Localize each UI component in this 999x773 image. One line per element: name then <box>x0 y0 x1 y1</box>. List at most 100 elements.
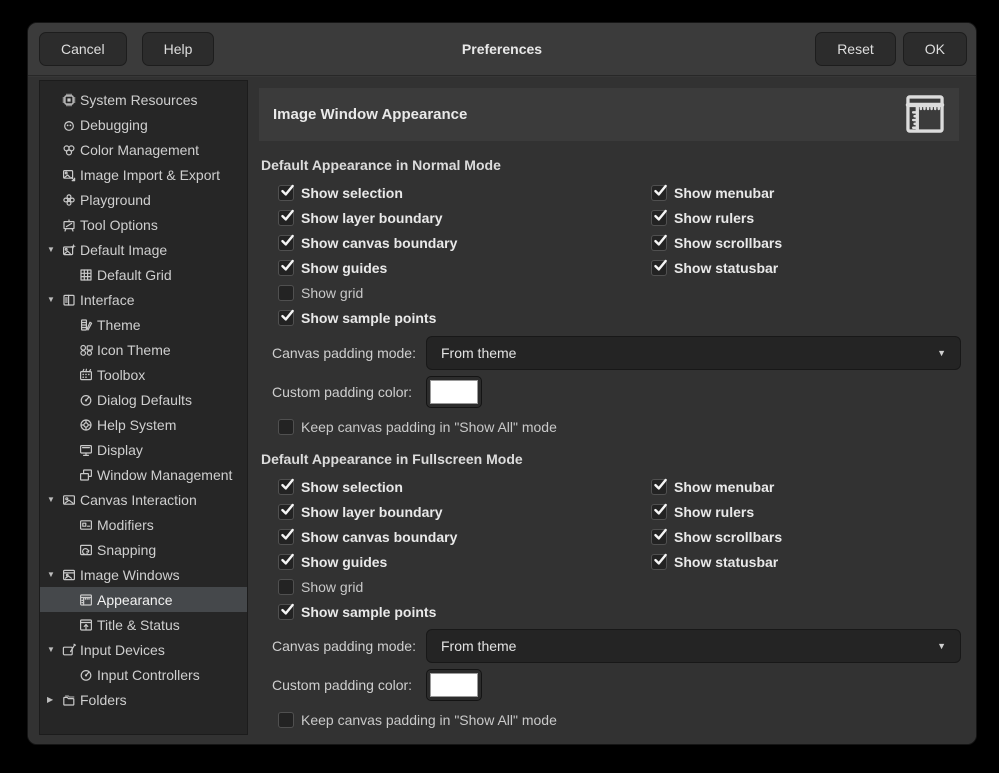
show-statusbar-checkbox[interactable] <box>651 554 667 570</box>
custom-padding-color-swatch[interactable] <box>426 376 482 408</box>
sidebar-item-input-controllers[interactable]: Input Controllers <box>40 662 247 687</box>
sidebar-item-toolbox[interactable]: Toolbox <box>40 362 247 387</box>
checkbox-row-show-selection[interactable]: Show selection <box>278 474 651 499</box>
normal-keep-padding-row[interactable]: Keep canvas padding in "Show All" mode <box>278 414 961 439</box>
fullscreen-keep-padding-row[interactable]: Keep canvas padding in "Show All" mode <box>278 707 961 732</box>
checkbox-row-show-guides[interactable]: Show guides <box>278 255 651 280</box>
sidebar-item-canvas-interaction[interactable]: ▼Canvas Interaction <box>40 487 247 512</box>
titlebar[interactable]: Cancel Help Preferences Reset OK <box>28 23 976 76</box>
show-canvas-boundary-checkbox[interactable] <box>278 235 294 251</box>
checkbox-row-show-sample-points[interactable]: Show sample points <box>278 305 651 330</box>
show-rulers-checkbox[interactable] <box>651 504 667 520</box>
chevron-down-icon[interactable]: ▼ <box>47 645 61 654</box>
checkbox-row-show-layer-boundary[interactable]: Show layer boundary <box>278 205 651 230</box>
sidebar-item-default-image[interactable]: ▼Default Image <box>40 237 247 262</box>
sidebar-item-label: Theme <box>97 317 141 333</box>
preferences-category-tree[interactable]: System ResourcesDebuggingColor Managemen… <box>39 80 248 735</box>
sidebar-item-snapping[interactable]: Snapping <box>40 537 247 562</box>
show-sample-points-checkbox[interactable] <box>278 604 294 620</box>
show-selection-checkbox[interactable] <box>278 185 294 201</box>
keep-canvas-padding-label: Keep canvas padding in "Show All" mode <box>301 419 557 435</box>
canvas-padding-mode-select-fullscreen[interactable]: From theme ▼ <box>426 629 961 663</box>
chevron-down-icon[interactable]: ▼ <box>47 570 61 579</box>
checkbox-row-show-statusbar[interactable]: Show statusbar <box>651 255 961 280</box>
sidebar-item-appearance[interactable]: Appearance <box>40 587 247 612</box>
sidebar-item-title-and-status[interactable]: Title & Status <box>40 612 247 637</box>
show-statusbar-checkbox[interactable] <box>651 260 667 276</box>
canvas-padding-mode-select[interactable]: From theme ▼ <box>426 336 961 370</box>
sidebar-item-input-devices[interactable]: ▼Input Devices <box>40 637 247 662</box>
sidebar-item-default-grid[interactable]: Default Grid <box>40 262 247 287</box>
sidebar-item-system-resources[interactable]: System Resources <box>40 87 247 112</box>
show-scrollbars-checkbox[interactable] <box>651 529 667 545</box>
show-selection-checkbox[interactable] <box>278 479 294 495</box>
custom-padding-color-label: Custom padding color: <box>272 384 426 400</box>
checkbox-label: Show statusbar <box>674 260 778 276</box>
sidebar-item-color-management[interactable]: Color Management <box>40 137 247 162</box>
show-canvas-boundary-checkbox[interactable] <box>278 529 294 545</box>
checkbox-row-show-scrollbars[interactable]: Show scrollbars <box>651 230 961 255</box>
checkbox-row-show-guides[interactable]: Show guides <box>278 549 651 574</box>
checkbox-label: Show scrollbars <box>674 529 782 545</box>
default-grid-icon <box>78 267 94 283</box>
chevron-down-icon[interactable]: ▼ <box>47 295 61 304</box>
interface-icon <box>61 292 77 308</box>
keep-canvas-padding-checkbox[interactable] <box>278 419 294 435</box>
chevron-right-icon[interactable]: ▶ <box>47 695 61 704</box>
sidebar-item-icon-theme[interactable]: Icon Theme <box>40 337 247 362</box>
checkbox-row-show-rulers[interactable]: Show rulers <box>651 499 961 524</box>
default-image-icon <box>61 242 77 258</box>
checkbox-row-show-rulers[interactable]: Show rulers <box>651 205 961 230</box>
ok-button[interactable]: OK <box>903 32 967 66</box>
help-button[interactable]: Help <box>142 32 215 66</box>
sidebar-item-dialog-defaults[interactable]: Dialog Defaults <box>40 387 247 412</box>
show-rulers-checkbox[interactable] <box>651 210 667 226</box>
chevron-down-icon[interactable]: ▼ <box>47 495 61 504</box>
sidebar-item-debugging[interactable]: Debugging <box>40 112 247 137</box>
checkbox-row-show-selection[interactable]: Show selection <box>278 180 651 205</box>
sidebar-item-tool-options[interactable]: Tool Options <box>40 212 247 237</box>
checkbox-row-show-grid[interactable]: Show grid <box>278 280 651 305</box>
checkbox-row-show-menubar[interactable]: Show menubar <box>651 474 961 499</box>
cancel-button[interactable]: Cancel <box>39 32 127 66</box>
show-guides-checkbox[interactable] <box>278 554 294 570</box>
sidebar-item-playground[interactable]: Playground <box>40 187 247 212</box>
show-scrollbars-checkbox[interactable] <box>651 235 667 251</box>
sidebar-item-theme[interactable]: Theme <box>40 312 247 337</box>
show-layer-boundary-checkbox[interactable] <box>278 210 294 226</box>
checkbox-row-show-statusbar[interactable]: Show statusbar <box>651 549 961 574</box>
chevron-down-icon: ▼ <box>937 348 946 358</box>
sidebar-item-folders[interactable]: ▶Folders <box>40 687 247 712</box>
image-import-export-icon <box>61 167 77 183</box>
show-menubar-checkbox[interactable] <box>651 185 667 201</box>
checkbox-row-show-menubar[interactable]: Show menubar <box>651 180 961 205</box>
checkbox-row-show-grid[interactable]: Show grid <box>278 574 651 599</box>
checkbox-row-show-canvas-boundary[interactable]: Show canvas boundary <box>278 230 651 255</box>
title-status-icon <box>78 617 94 633</box>
sidebar-item-image-import-and-export[interactable]: Image Import & Export <box>40 162 247 187</box>
checkbox-row-show-scrollbars[interactable]: Show scrollbars <box>651 524 961 549</box>
sidebar-item-image-windows[interactable]: ▼Image Windows <box>40 562 247 587</box>
sidebar-item-help-system[interactable]: Help System <box>40 412 247 437</box>
checkbox-row-show-layer-boundary[interactable]: Show layer boundary <box>278 499 651 524</box>
show-sample-points-checkbox[interactable] <box>278 310 294 326</box>
sidebar-item-window-management[interactable]: Window Management <box>40 462 247 487</box>
show-grid-checkbox[interactable] <box>278 285 294 301</box>
sidebar-item-label: Window Management <box>97 467 232 483</box>
keep-canvas-padding-checkbox-fullscreen[interactable] <box>278 712 294 728</box>
show-layer-boundary-checkbox[interactable] <box>278 504 294 520</box>
chevron-down-icon[interactable]: ▼ <box>47 245 61 254</box>
sidebar-item-display[interactable]: Display <box>40 437 247 462</box>
checkbox-row-show-canvas-boundary[interactable]: Show canvas boundary <box>278 524 651 549</box>
checkbox-row-show-sample-points[interactable]: Show sample points <box>278 599 651 624</box>
show-guides-checkbox[interactable] <box>278 260 294 276</box>
show-grid-checkbox[interactable] <box>278 579 294 595</box>
checkbox-label: Show rulers <box>674 504 754 520</box>
modifiers-icon <box>78 517 94 533</box>
show-menubar-checkbox[interactable] <box>651 479 667 495</box>
checkbox-label: Show grid <box>301 579 363 595</box>
sidebar-item-interface[interactable]: ▼Interface <box>40 287 247 312</box>
sidebar-item-modifiers[interactable]: Modifiers <box>40 512 247 537</box>
custom-padding-color-swatch-fullscreen[interactable] <box>426 669 482 701</box>
reset-button[interactable]: Reset <box>815 32 896 66</box>
